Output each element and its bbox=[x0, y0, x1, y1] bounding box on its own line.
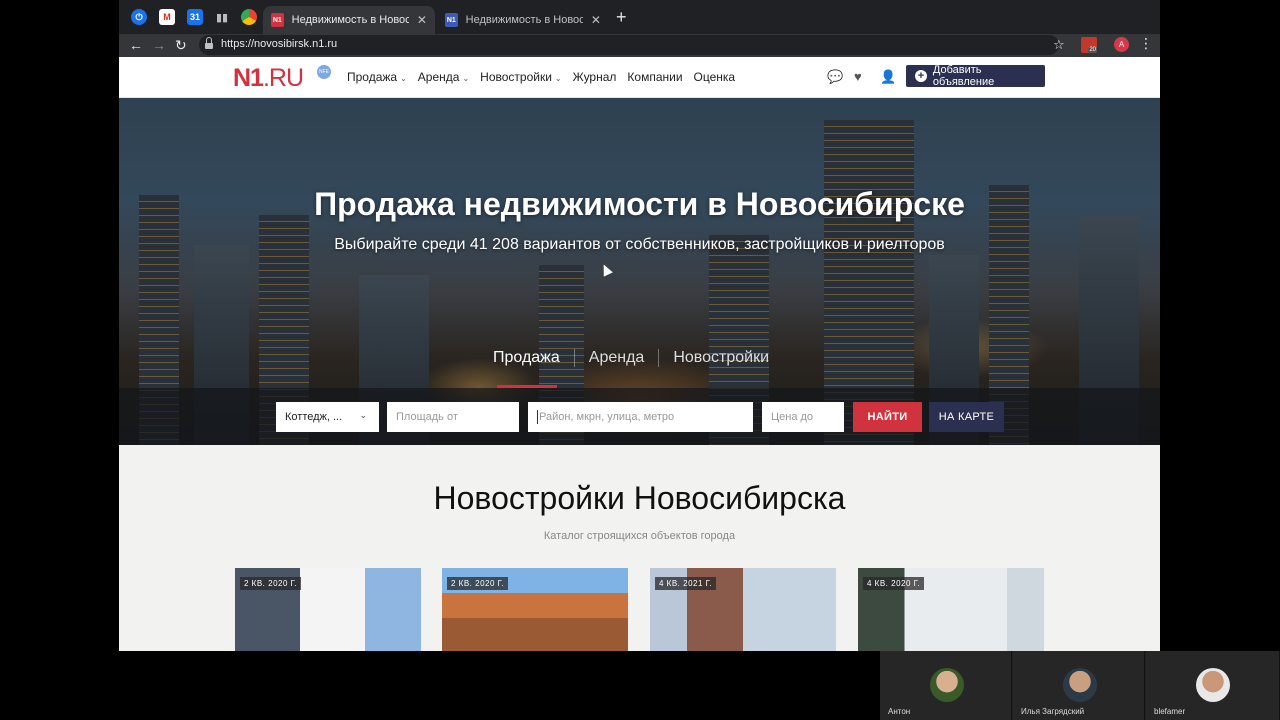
back-icon[interactable]: ← bbox=[129, 36, 143, 54]
completion-badge: 4 КВ. 2020 Г. bbox=[863, 577, 925, 590]
call-participants-strip: Антон Илья Загрядский blefamer bbox=[880, 651, 1280, 720]
tab-new-buildings[interactable]: Новостройки bbox=[658, 349, 783, 367]
property-type-value: Коттедж, ... bbox=[285, 411, 343, 423]
add-listing-button[interactable]: + Добавить объявление bbox=[906, 64, 1045, 88]
completion-badge: 2 КВ. 2020 Г. bbox=[447, 577, 509, 590]
search-bar: Коттедж, ... ⌄ Площадь от Район, мкрн, у… bbox=[119, 388, 1160, 445]
forward-icon[interactable]: → bbox=[152, 36, 166, 54]
participant-tile[interactable]: blefamer bbox=[1146, 651, 1280, 720]
participant-avatar bbox=[930, 668, 964, 702]
logo-badge-icon: NFE bbox=[317, 65, 331, 79]
participant-avatar bbox=[1196, 668, 1230, 702]
browser-window: ⏻ M 31 ▮▮ N1 Недвижимость в Новосибирс ✕… bbox=[119, 0, 1160, 651]
participant-name: Антон bbox=[888, 707, 911, 716]
participant-tile[interactable]: Илья Загрядский bbox=[1013, 651, 1145, 720]
section-subtitle: Каталог строящихся объектов города bbox=[543, 530, 736, 542]
profile-avatar[interactable]: А bbox=[1114, 37, 1129, 52]
text-caret bbox=[537, 410, 538, 424]
add-listing-label: Добавить объявление bbox=[932, 64, 995, 88]
participant-name: Илья Загрядский bbox=[1021, 707, 1085, 716]
screen: ⏻ M 31 ▮▮ N1 Недвижимость в Новосибирс ✕… bbox=[0, 0, 1280, 720]
participant-tile[interactable]: Антон bbox=[880, 651, 1012, 720]
address-bar[interactable]: https://novosibirsk.n1.ru bbox=[199, 35, 1059, 55]
bookmark-star-icon[interactable]: ☆ bbox=[1053, 37, 1065, 53]
participant-avatar bbox=[1063, 668, 1097, 702]
n1-favicon-icon: N1 bbox=[271, 13, 284, 27]
tab-sale[interactable]: Продажа bbox=[479, 349, 574, 367]
nav-item-companies[interactable]: Компании bbox=[627, 70, 682, 84]
nav-item-journal[interactable]: Журнал bbox=[573, 70, 617, 84]
main-nav: Продажа ⌄ Аренда ⌄ Новостройки ⌄ Журнал Ком… bbox=[347, 70, 746, 84]
lock-icon bbox=[205, 37, 213, 49]
tab-rent[interactable]: Аренда bbox=[573, 349, 659, 367]
heart-icon[interactable]: ♥ bbox=[854, 69, 862, 84]
gmail-icon[interactable]: M bbox=[159, 9, 175, 25]
location-placeholder: Район, мкрн, улица, метро bbox=[539, 411, 675, 423]
nav-item-new-buildings[interactable]: Новостройки ⌄ bbox=[480, 70, 561, 84]
tab-strip: ⏻ M 31 ▮▮ N1 Недвижимость в Новосибирс ✕… bbox=[119, 0, 1160, 34]
nav-item-valuation[interactable]: Оценка bbox=[694, 70, 736, 84]
new-buildings-section: Новостройки Новосибирска Каталог строящи… bbox=[119, 445, 1160, 651]
area-from-input[interactable]: Площадь от bbox=[387, 402, 519, 432]
site-logo[interactable]: N1.RU bbox=[233, 64, 304, 93]
completion-badge: 4 КВ. 2021 Г. bbox=[655, 577, 717, 590]
hero-title: Продажа недвижимости в Новосибирске bbox=[314, 186, 965, 222]
logo-brand: N1 bbox=[233, 64, 264, 92]
extension-icon[interactable]: 20 bbox=[1081, 37, 1097, 53]
hero-subtitle: Выбирайте среди 41 208 вариантов от собс… bbox=[334, 236, 945, 253]
property-type-select[interactable]: Коттедж, ... ⌄ bbox=[276, 402, 379, 432]
tab-title: Недвижимость в Новосибирс bbox=[465, 14, 583, 26]
site-header: N1.RU NFE Продажа ⌄ Аренда ⌄ Новостройки ⌄ … bbox=[119, 57, 1160, 98]
hero-banner: Продажа недвижимости в Новосибирске Выби… bbox=[119, 98, 1160, 445]
find-button[interactable]: НАЙТИ bbox=[853, 402, 922, 432]
nav-item-rent[interactable]: Аренда ⌄ bbox=[418, 70, 469, 84]
map-button[interactable]: НА КАРТЕ bbox=[929, 402, 1004, 432]
mouse-cursor-icon bbox=[599, 262, 613, 277]
building-card[interactable]: 4 КВ. 2021 Г. bbox=[650, 568, 836, 651]
chevron-down-icon: ⌄ bbox=[462, 74, 470, 83]
new-tab-button[interactable]: + bbox=[616, 8, 627, 26]
tab-active[interactable]: N1 Недвижимость в Новосибирс ✕ bbox=[263, 6, 435, 34]
browser-toolbar: ← → ↻ https://novosibirsk.n1.ru ☆ 20 А ⋮ bbox=[119, 34, 1160, 57]
chevron-down-icon: ⌄ bbox=[359, 410, 367, 420]
completion-badge: 2 КВ. 2020 Г. bbox=[240, 577, 302, 590]
tab-title: Недвижимость в Новосибирс bbox=[291, 14, 409, 26]
price-placeholder: Цена до bbox=[771, 411, 814, 423]
chevron-down-icon: ⌄ bbox=[400, 74, 407, 83]
url-text: https://novosibirsk.n1.ru bbox=[221, 38, 338, 50]
close-icon[interactable]: ✕ bbox=[417, 13, 427, 27]
area-placeholder: Площадь от bbox=[396, 411, 458, 423]
plus-icon: + bbox=[915, 70, 927, 82]
n1-favicon-icon: N1 bbox=[445, 13, 458, 27]
extension-badge: 20 bbox=[1088, 47, 1097, 53]
reload-icon[interactable]: ↻ bbox=[175, 36, 187, 54]
building-card[interactable]: 2 КВ. 2020 Г. bbox=[442, 568, 628, 651]
calendar-icon[interactable]: 31 bbox=[187, 9, 203, 25]
price-to-input[interactable]: Цена до bbox=[762, 402, 844, 432]
user-icon[interactable]: 👤 bbox=[880, 69, 896, 85]
power-icon[interactable]: ⏻ bbox=[131, 9, 147, 25]
building-card[interactable]: 4 КВ. 2020 Г. bbox=[858, 568, 1044, 651]
close-icon[interactable]: ✕ bbox=[591, 13, 601, 27]
nav-item-sale[interactable]: Продажа ⌄ bbox=[347, 70, 407, 84]
tab-inactive[interactable]: N1 Недвижимость в Новосибирс ✕ bbox=[437, 6, 609, 34]
analytics-icon[interactable]: ▮▮ bbox=[214, 9, 230, 25]
chrome-icon[interactable] bbox=[241, 9, 257, 25]
section-title: Новостройки Новосибирска bbox=[433, 480, 846, 516]
menu-kebab-icon[interactable]: ⋮ bbox=[1139, 35, 1153, 52]
hero-tabs: Продажа Аренда Новостройки bbox=[479, 349, 783, 367]
chevron-down-icon: ⌄ bbox=[554, 74, 562, 83]
location-input[interactable]: Район, мкрн, улица, метро bbox=[528, 402, 753, 432]
chat-icon[interactable]: 💬 bbox=[827, 69, 843, 85]
logo-suffix: .RU bbox=[262, 64, 304, 92]
building-card[interactable]: 2 КВ. 2020 Г. bbox=[235, 568, 421, 651]
participant-name: blefamer bbox=[1154, 707, 1186, 716]
